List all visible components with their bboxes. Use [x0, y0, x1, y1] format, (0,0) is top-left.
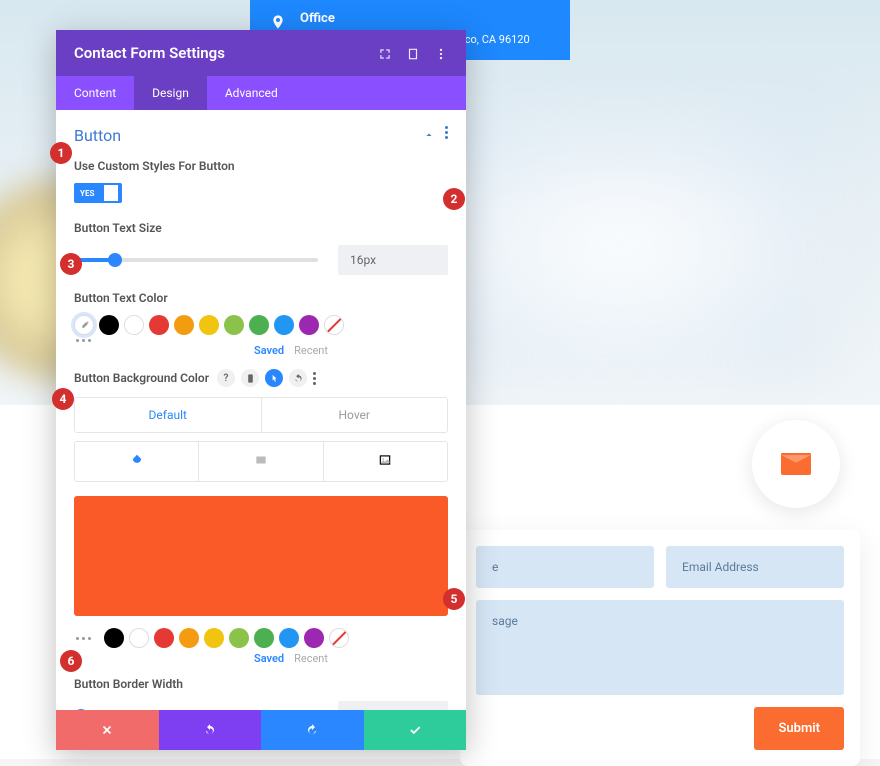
mail-icon — [781, 453, 811, 475]
bg-color-label: Button Background Color — [74, 371, 209, 385]
help-icon[interactable] — [406, 46, 420, 60]
color-preview[interactable] — [74, 496, 448, 616]
text-size-label: Button Text Size — [74, 221, 448, 235]
hover-icon[interactable] — [265, 369, 283, 387]
swatch-white[interactable] — [129, 628, 149, 648]
message-field[interactable]: sage — [476, 600, 844, 695]
subtab-hover[interactable]: Hover — [262, 398, 448, 432]
text-size-value[interactable]: 16px — [338, 245, 448, 275]
redo-button[interactable] — [261, 710, 364, 750]
annotation-6: 6 — [60, 650, 82, 672]
tab-advanced[interactable]: Advanced — [207, 76, 296, 110]
cancel-button[interactable] — [56, 710, 159, 750]
swatch-blue[interactable] — [279, 628, 299, 648]
annotation-3: 3 — [60, 253, 82, 275]
swatch-none[interactable] — [324, 315, 344, 335]
menu-icon[interactable] — [434, 46, 448, 60]
subtab-default[interactable]: Default — [75, 398, 262, 432]
section-title: Button — [74, 126, 121, 145]
section-menu-icon[interactable] — [445, 126, 448, 145]
annotation-2: 2 — [443, 188, 465, 210]
bg-menu-icon[interactable] — [313, 372, 316, 385]
saved-link[interactable]: Saved — [254, 344, 284, 357]
office-title: Office — [300, 10, 530, 28]
save-button[interactable] — [364, 710, 467, 750]
swatch-lime[interactable] — [224, 315, 244, 335]
custom-styles-label: Use Custom Styles For Button — [74, 159, 448, 173]
panel-title: Contact Form Settings — [74, 44, 225, 62]
swatch-lime[interactable] — [229, 628, 249, 648]
eyedropper-swatch[interactable] — [74, 315, 94, 335]
more-swatches-icon[interactable] — [76, 637, 91, 640]
tab-design[interactable]: Design — [134, 76, 207, 110]
phone-icon[interactable] — [241, 369, 259, 387]
email-field[interactable]: Email Address — [666, 546, 844, 588]
recent-link[interactable]: Recent — [294, 344, 328, 357]
annotation-4: 4 — [52, 388, 74, 410]
type-image[interactable] — [324, 442, 447, 481]
border-width-label: Button Border Width — [74, 677, 448, 691]
swatch-purple[interactable] — [304, 628, 324, 648]
type-color[interactable] — [75, 442, 199, 481]
name-field[interactable]: e — [476, 546, 654, 588]
swatch-white[interactable] — [124, 315, 144, 335]
custom-styles-toggle[interactable]: YES — [74, 183, 122, 203]
text-color-label: Button Text Color — [74, 291, 448, 305]
mail-float-button[interactable] — [752, 420, 840, 508]
saved-link[interactable]: Saved — [254, 652, 284, 665]
type-gradient[interactable] — [199, 442, 323, 481]
swatch-none[interactable] — [329, 628, 349, 648]
swatch-blue[interactable] — [274, 315, 294, 335]
settings-panel: Contact Form Settings Content Design Adv… — [56, 30, 466, 750]
swatch-orange[interactable] — [174, 315, 194, 335]
swatch-green[interactable] — [254, 628, 274, 648]
swatch-yellow[interactable] — [199, 315, 219, 335]
chevron-up-icon[interactable] — [423, 126, 435, 145]
annotation-5: 5 — [443, 588, 465, 610]
submit-button[interactable]: Submit — [754, 707, 844, 750]
tab-content[interactable]: Content — [56, 76, 134, 110]
swatch-orange[interactable] — [179, 628, 199, 648]
swatch-yellow[interactable] — [204, 628, 224, 648]
swatch-purple[interactable] — [299, 315, 319, 335]
help-icon[interactable]: ? — [217, 369, 235, 387]
expand-icon[interactable] — [378, 46, 392, 60]
swatch-red[interactable] — [154, 628, 174, 648]
annotation-1: 1 — [50, 142, 72, 164]
swatch-green[interactable] — [249, 315, 269, 335]
contact-form-card: e Email Address sage Submit — [460, 530, 860, 766]
pin-icon — [270, 12, 286, 32]
swatch-red[interactable] — [149, 315, 169, 335]
reset-icon[interactable] — [289, 369, 307, 387]
more-swatches-icon[interactable] — [76, 339, 448, 342]
undo-button[interactable] — [159, 710, 262, 750]
swatch-black[interactable] — [104, 628, 124, 648]
border-width-value[interactable]: 2px — [338, 701, 448, 710]
swatch-black[interactable] — [99, 315, 119, 335]
recent-link[interactable]: Recent — [294, 652, 328, 665]
text-size-slider[interactable] — [74, 258, 318, 262]
